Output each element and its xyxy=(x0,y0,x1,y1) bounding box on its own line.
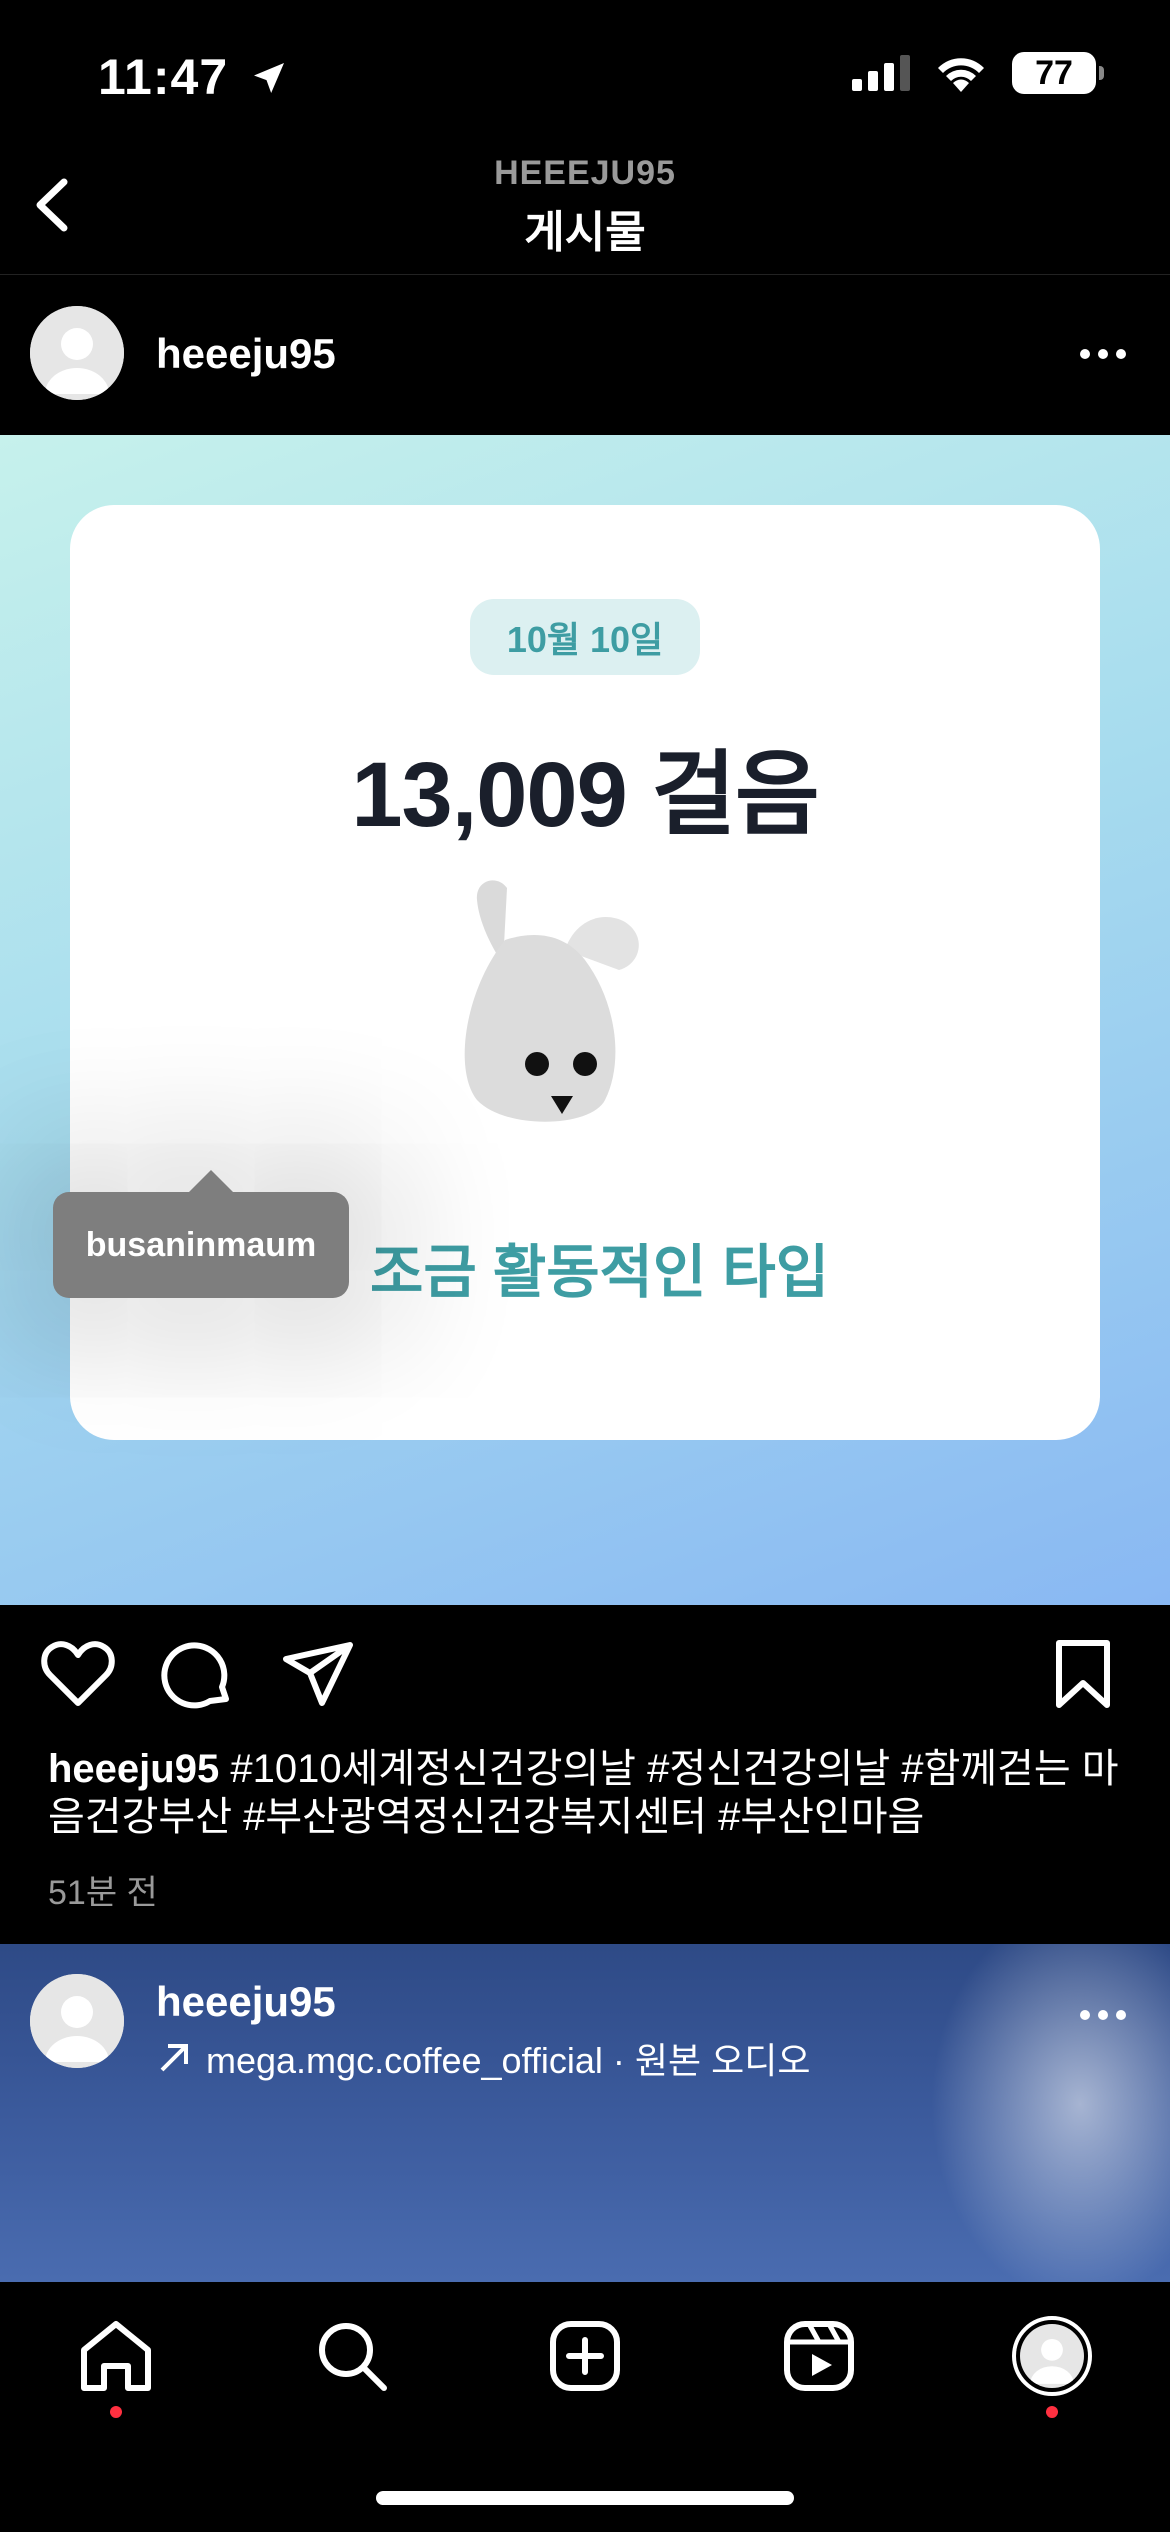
default-avatar-icon xyxy=(30,1974,124,2068)
signal-icon xyxy=(852,55,910,91)
wifi-icon xyxy=(938,58,984,92)
step-count: 13,009 걸음 xyxy=(351,744,819,846)
profile-notification-dot xyxy=(1046,2406,1058,2418)
post-image[interactable]: 10월 10일 13,009 걸음 조금 활동적인 타입 toss xyxy=(0,435,1170,1605)
default-avatar-icon xyxy=(1020,2324,1084,2388)
activity-type-label: 조금 활동적인 타입 xyxy=(370,1240,830,1305)
search-icon[interactable] xyxy=(312,2316,392,2396)
nav-header: HEEEJU95 게시물 xyxy=(0,150,1170,275)
location-arrow-icon xyxy=(254,63,285,93)
post-timestamp: 51분 전 xyxy=(48,1874,158,1912)
post-username[interactable]: heeeju95 xyxy=(156,330,336,378)
next-post-audio[interactable]: mega.mgc.coffee_official · 원본 오디오 xyxy=(156,2032,811,2084)
home-notification-dot xyxy=(110,2406,122,2418)
page-title: 게시물 xyxy=(524,208,646,257)
share-icon[interactable] xyxy=(280,1637,356,1713)
home-icon[interactable] xyxy=(76,2316,156,2396)
reels-icon[interactable] xyxy=(779,2316,859,2396)
caption-username[interactable]: heeeju95 xyxy=(48,1747,219,1791)
next-post-more-button[interactable] xyxy=(1080,2010,1126,2020)
status-indicators: 77 xyxy=(852,52,1104,94)
post-caption: heeeju95 #1010세계정신건강의날 #정신건강의날 #함께걷는 마음건… xyxy=(48,1745,1128,1841)
post-avatar[interactable] xyxy=(30,306,124,400)
toss-step-card: 10월 10일 13,009 걸음 조금 활동적인 타입 xyxy=(70,505,1100,1440)
cloud-decoration xyxy=(930,1944,1170,2282)
tag-tooltip[interactable]: busaninmaum xyxy=(53,1170,349,1298)
home-indicator xyxy=(376,2491,794,2505)
more-options-button[interactable] xyxy=(1080,349,1126,359)
like-icon[interactable] xyxy=(40,1637,116,1713)
date-badge: 10월 10일 xyxy=(470,599,700,675)
next-post-avatar[interactable] xyxy=(30,1974,124,2068)
profile-tab-avatar[interactable] xyxy=(1012,2316,1092,2396)
comment-icon[interactable] xyxy=(160,1637,236,1713)
create-icon[interactable] xyxy=(545,2316,625,2396)
default-avatar-icon xyxy=(30,306,124,400)
bunny-icon xyxy=(464,880,639,1122)
next-post-username[interactable]: heeeju95 xyxy=(156,1978,336,2026)
status-time: 11:47 xyxy=(98,48,289,106)
battery-indicator: 77 xyxy=(1012,52,1104,94)
next-post-preview[interactable]: heeeju95 mega.mgc.coffee_official · 원본 오… xyxy=(0,1944,1170,2282)
bookmark-icon[interactable] xyxy=(1045,1637,1121,1713)
arrow-up-right-icon xyxy=(160,2044,188,2072)
header-subtitle: HEEEJU95 xyxy=(494,154,676,192)
